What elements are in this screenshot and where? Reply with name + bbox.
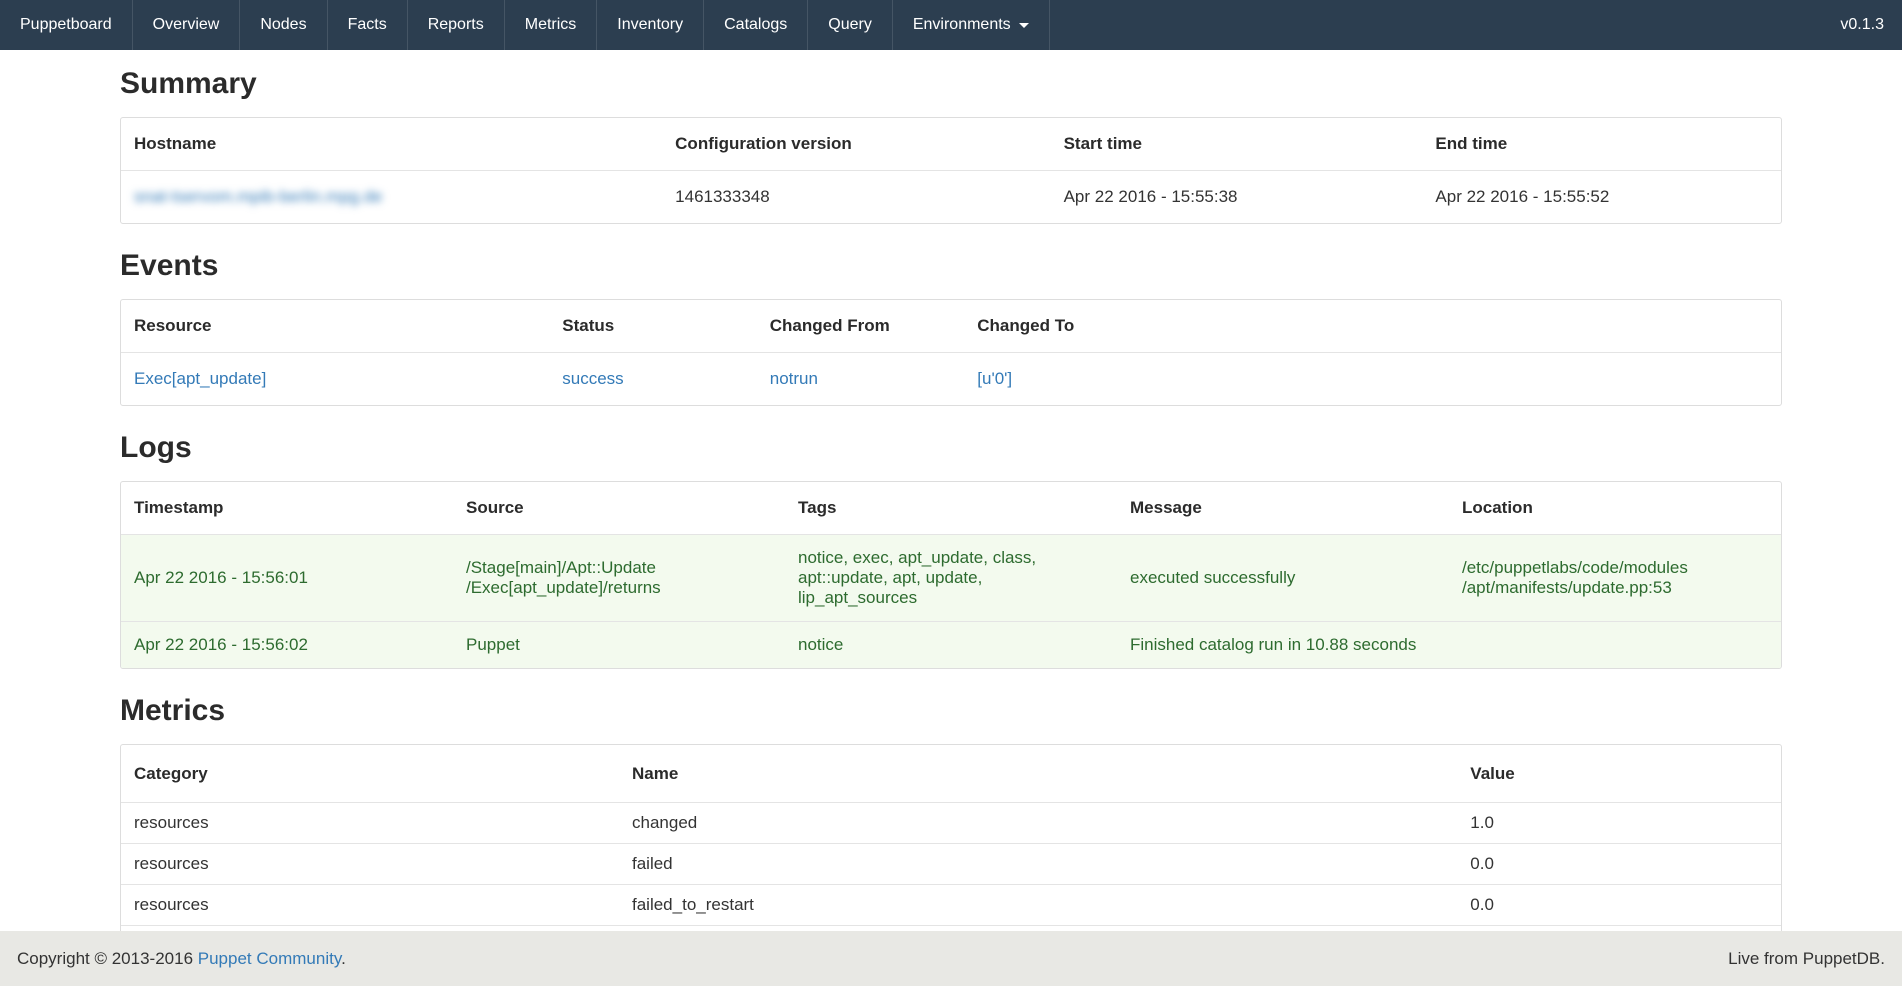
- metric-row: resources failed_to_restart 0.0: [121, 885, 1781, 926]
- log-message: executed successfully: [1117, 535, 1449, 622]
- nav-item-metrics[interactable]: Metrics: [505, 0, 598, 50]
- nav-brand[interactable]: Puppetboard: [0, 0, 133, 50]
- event-resource-link[interactable]: Exec[apt_update]: [134, 369, 266, 388]
- metrics-col-name: Name: [619, 745, 1457, 803]
- metric-category: resources: [121, 885, 619, 926]
- metrics-header-row: Category Name Value: [121, 745, 1781, 803]
- copyright-text: Copyright © 2013-2016: [17, 949, 198, 968]
- footer-copyright: Copyright © 2013-2016 Puppet Community.: [17, 949, 346, 969]
- event-status-link[interactable]: success: [562, 369, 623, 388]
- logs-col-tags: Tags: [785, 482, 1117, 535]
- navbar-spacer: [1050, 0, 1823, 50]
- start-time-value: Apr 22 2016 - 15:55:38: [1051, 171, 1423, 224]
- logs-col-location: Location: [1449, 482, 1781, 535]
- log-source: /Stage[main]/Apt::Update /Exec[apt_updat…: [453, 535, 785, 622]
- main-content: Summary Hostname Configuration version S…: [0, 50, 1902, 931]
- log-timestamp: Apr 22 2016 - 15:56:02: [121, 622, 453, 669]
- events-heading: Events: [120, 248, 1782, 283]
- log-tags: notice: [785, 622, 1117, 669]
- metric-row: resources failed 0.0: [121, 844, 1781, 885]
- events-col-changed-from: Changed From: [757, 300, 965, 353]
- event-row: Exec[apt_update] success notrun [u'0']: [121, 353, 1781, 406]
- nav-item-reports[interactable]: Reports: [408, 0, 505, 50]
- metrics-heading: Metrics: [120, 693, 1782, 728]
- log-tags: notice, exec, apt_update, class, apt::up…: [785, 535, 1117, 622]
- metrics-panel: Category Name Value resources changed 1.…: [120, 744, 1782, 931]
- version-label: v0.1.3: [1822, 0, 1902, 50]
- environments-label: Environments: [913, 16, 1011, 34]
- chevron-down-icon: [1019, 23, 1029, 28]
- logs-col-source: Source: [453, 482, 785, 535]
- hostname-link[interactable]: snat-tservom.mpib-berlin.mpg.de: [134, 187, 382, 206]
- end-time-value: Apr 22 2016 - 15:55:52: [1422, 171, 1781, 224]
- metric-value: 1.0: [1457, 803, 1781, 844]
- event-changed-from-link[interactable]: notrun: [770, 369, 818, 388]
- log-location: /etc/puppetlabs/code/modules /apt/manife…: [1449, 535, 1781, 622]
- events-col-status: Status: [549, 300, 757, 353]
- nav-item-query[interactable]: Query: [808, 0, 893, 50]
- metrics-col-value: Value: [1457, 745, 1781, 803]
- metric-row: resources changed 1.0: [121, 803, 1781, 844]
- summary-panel: Hostname Configuration version Start tim…: [120, 117, 1782, 224]
- summary-table: Hostname Configuration version Start tim…: [121, 118, 1781, 223]
- metric-value: 0.0: [1457, 844, 1781, 885]
- summary-col-start-time: Start time: [1051, 118, 1423, 171]
- logs-table: Timestamp Source Tags Message Location A…: [121, 482, 1781, 668]
- metric-name: changed: [619, 803, 1457, 844]
- summary-row: snat-tservom.mpib-berlin.mpg.de 14613333…: [121, 171, 1781, 224]
- logs-panel: Timestamp Source Tags Message Location A…: [120, 481, 1782, 669]
- navbar: Puppetboard Overview Nodes Facts Reports…: [0, 0, 1902, 50]
- metric-name: failed: [619, 844, 1457, 885]
- nav-item-catalogs[interactable]: Catalogs: [704, 0, 808, 50]
- logs-header-row: Timestamp Source Tags Message Location: [121, 482, 1781, 535]
- event-changed-to-link[interactable]: [u'0']: [977, 369, 1012, 388]
- log-row: Apr 22 2016 - 15:56:02 Puppet notice Fin…: [121, 622, 1781, 669]
- summary-col-hostname: Hostname: [121, 118, 662, 171]
- summary-col-config-version: Configuration version: [662, 118, 1050, 171]
- events-header-row: Resource Status Changed From Changed To: [121, 300, 1781, 353]
- logs-heading: Logs: [120, 430, 1782, 465]
- puppet-community-link[interactable]: Puppet Community: [198, 949, 341, 968]
- nav-item-environments-dropdown[interactable]: Environments: [893, 0, 1050, 50]
- nav-item-nodes[interactable]: Nodes: [240, 0, 327, 50]
- summary-col-end-time: End time: [1422, 118, 1781, 171]
- events-table: Resource Status Changed From Changed To …: [121, 300, 1781, 405]
- config-version-value: 1461333348: [662, 171, 1050, 224]
- events-col-changed-to: Changed To: [964, 300, 1781, 353]
- summary-heading: Summary: [120, 66, 1782, 101]
- events-panel: Resource Status Changed From Changed To …: [120, 299, 1782, 406]
- events-col-resource: Resource: [121, 300, 549, 353]
- footer: Copyright © 2013-2016 Puppet Community. …: [0, 931, 1902, 986]
- metrics-table: Category Name Value resources changed 1.…: [121, 745, 1781, 931]
- metrics-col-category: Category: [121, 745, 619, 803]
- log-location: [1449, 622, 1781, 669]
- log-message: Finished catalog run in 10.88 seconds: [1117, 622, 1449, 669]
- metric-category: resources: [121, 844, 619, 885]
- footer-source-text: Live from PuppetDB.: [1728, 949, 1885, 969]
- log-row: Apr 22 2016 - 15:56:01 /Stage[main]/Apt:…: [121, 535, 1781, 622]
- logs-col-timestamp: Timestamp: [121, 482, 453, 535]
- logs-col-message: Message: [1117, 482, 1449, 535]
- nav-item-inventory[interactable]: Inventory: [597, 0, 704, 50]
- copyright-period: .: [341, 949, 346, 968]
- log-timestamp: Apr 22 2016 - 15:56:01: [121, 535, 453, 622]
- metric-value: 0.0: [1457, 885, 1781, 926]
- metric-name: failed_to_restart: [619, 885, 1457, 926]
- summary-header-row: Hostname Configuration version Start tim…: [121, 118, 1781, 171]
- metric-category: resources: [121, 803, 619, 844]
- nav-item-overview[interactable]: Overview: [133, 0, 241, 50]
- log-source: Puppet: [453, 622, 785, 669]
- nav-item-facts[interactable]: Facts: [328, 0, 408, 50]
